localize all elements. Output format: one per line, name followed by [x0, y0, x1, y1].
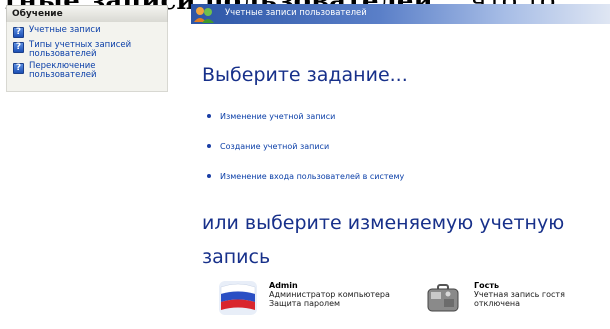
learn-item-label: Учетные записи — [29, 25, 101, 35]
suitcase-icon — [424, 281, 462, 315]
user-accounts-icon — [194, 7, 214, 23]
task-label: Изменение учетной записи — [220, 112, 336, 121]
help-icon: ? — [13, 27, 24, 38]
task-change-logon[interactable]: Изменение входа пользователей в систему — [207, 172, 404, 181]
learn-item-account-types[interactable]: ? Типы учетных записей пользователей — [13, 41, 163, 59]
learn-item-accounts[interactable]: ? Учетные записи — [13, 26, 163, 38]
account-status: Защита паролем — [269, 299, 341, 308]
learn-about-header: Обучение — [6, 5, 168, 22]
window-title: Учетные записи пользователей — [225, 8, 367, 18]
help-icon: ? — [13, 42, 24, 53]
task-label: Создание учетной записи — [220, 142, 330, 151]
task-change-account[interactable]: Изменение учетной записи — [207, 112, 335, 121]
russian-flag-icon — [219, 281, 257, 315]
account-name: Admin — [269, 281, 298, 290]
account-guest[interactable]: Гость Учетная запись гостя отключена — [424, 281, 565, 315]
account-status: отключена — [474, 299, 521, 308]
bullet-icon — [207, 173, 211, 178]
bullet-icon — [207, 143, 211, 148]
task-label: Изменение входа пользователей в систему — [220, 172, 405, 181]
help-icon: ? — [13, 63, 24, 74]
learn-item-switch-users[interactable]: ? Переключение пользователей — [13, 62, 163, 80]
account-type: Учетная запись гостя — [474, 290, 565, 299]
learn-about-list: ? Учетные записи ? Типы учетных записей … — [6, 22, 168, 92]
pick-task-heading: Выберите задание... — [202, 64, 408, 86]
learn-item-label: Переключение пользователей — [29, 61, 97, 80]
learn-item-label: Типы учетных записей пользователей — [29, 40, 132, 59]
account-admin[interactable]: Admin Администратор компьютера Защита па… — [219, 281, 390, 315]
account-type: Администратор компьютера — [269, 290, 390, 299]
learn-about-pane: Обучение ? Учетные записи ? Типы учетных… — [6, 5, 168, 97]
pick-account-heading: или выберите изменяемую учетную запись — [202, 212, 565, 268]
bullet-icon — [207, 113, 211, 118]
account-name: Гость — [474, 281, 500, 290]
window-title-bar: Учетные записи пользователей — [191, 4, 610, 24]
task-create-account[interactable]: Создание учетной записи — [207, 142, 329, 151]
